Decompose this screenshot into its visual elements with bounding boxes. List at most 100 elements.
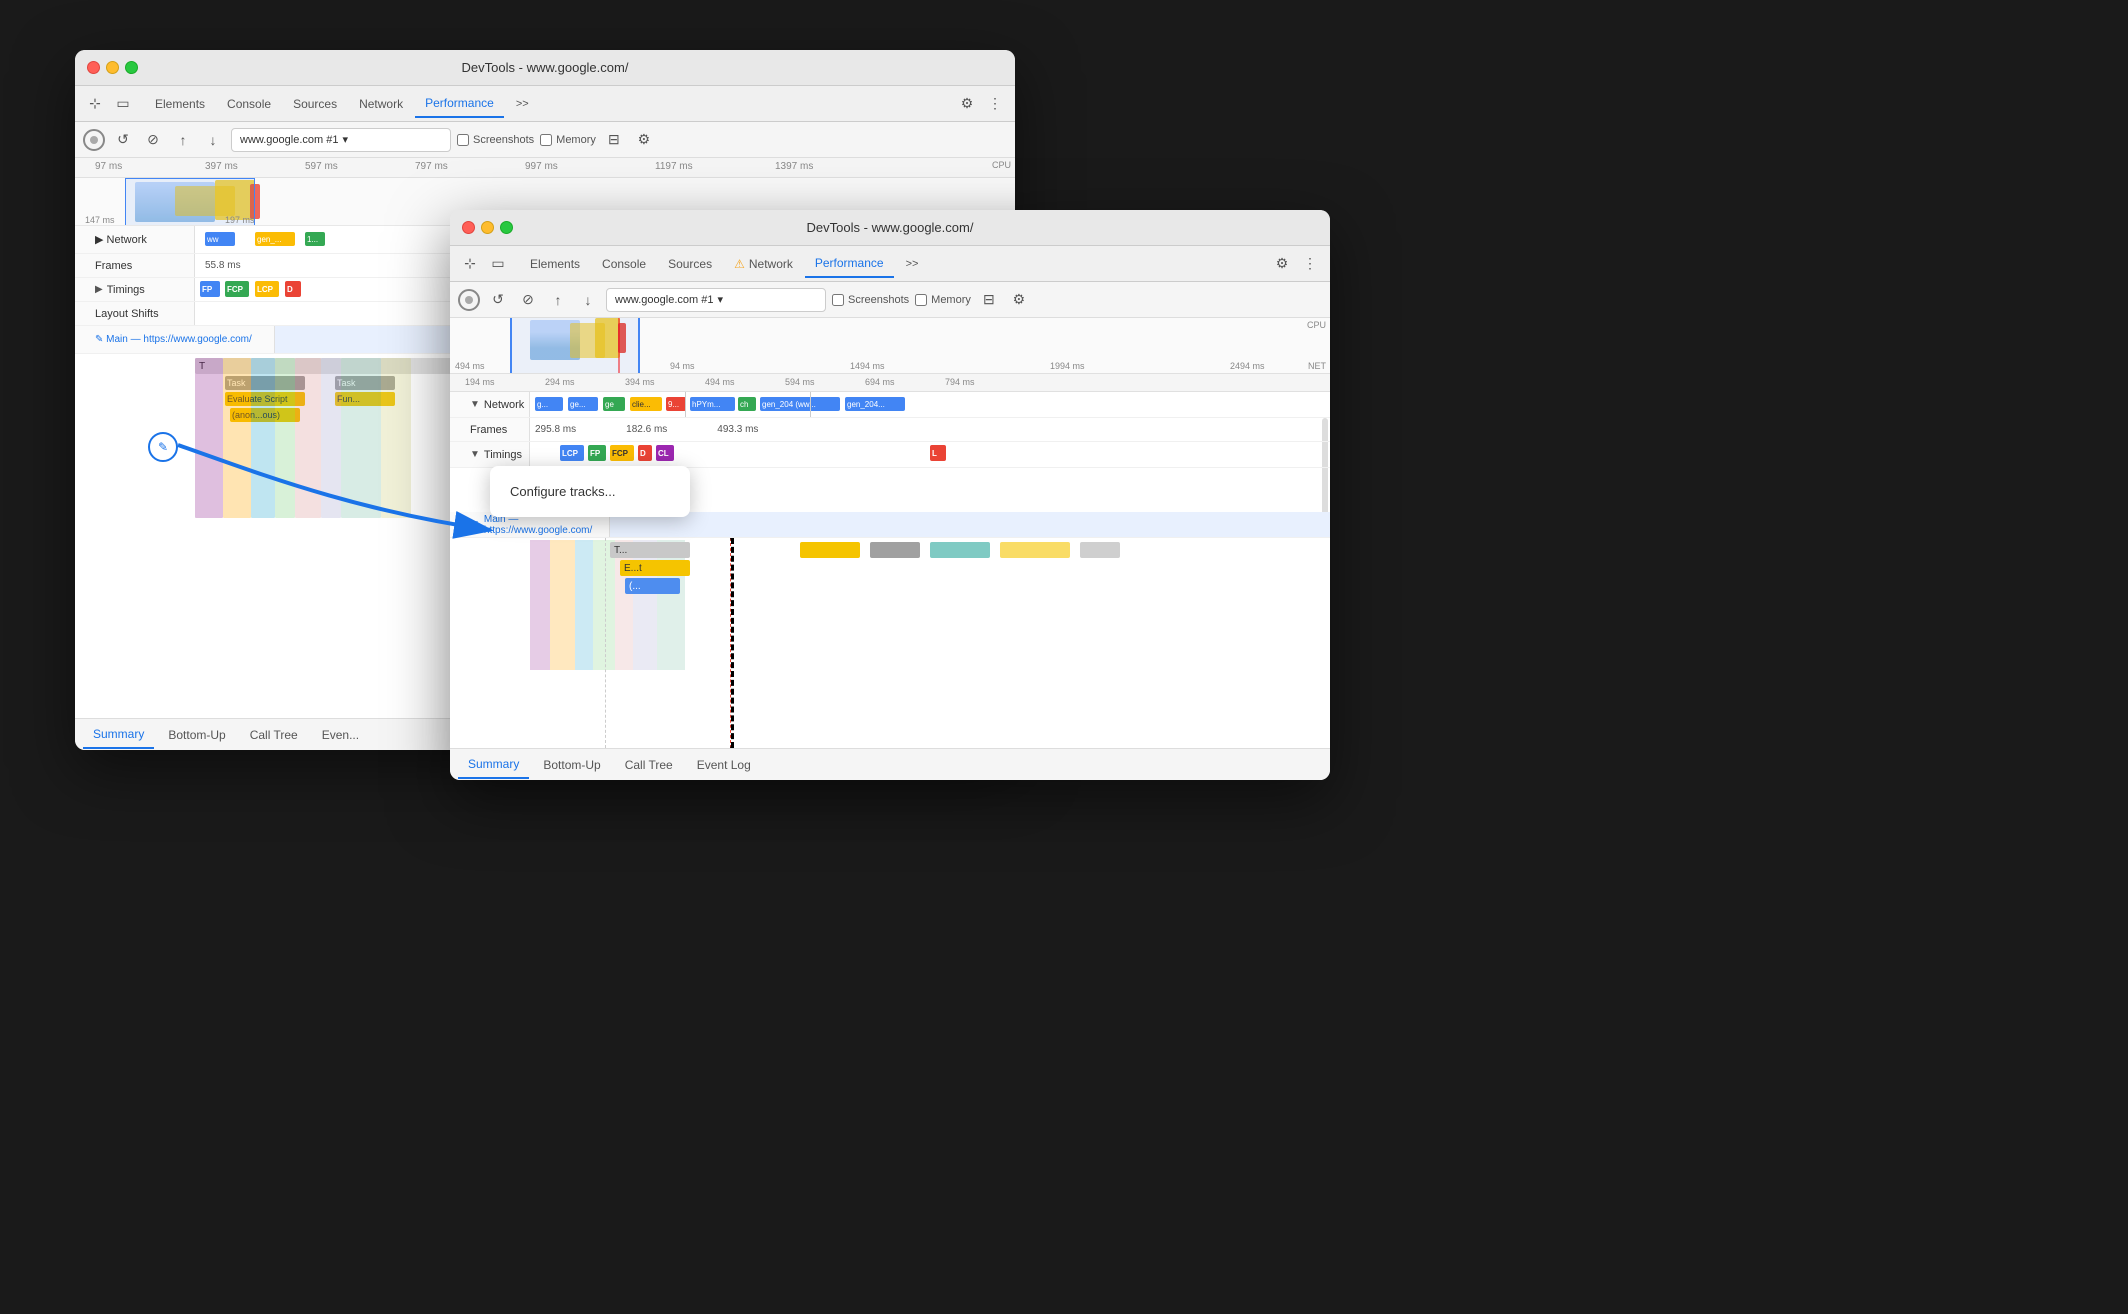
ruler-494ms: 494 ms xyxy=(705,377,735,387)
ruler-1397ms: 1397 ms xyxy=(775,161,813,172)
tab-network-back[interactable]: Network xyxy=(349,90,413,118)
bottom-tab-calltree-front[interactable]: Call Tree xyxy=(615,751,683,779)
bottom-tab-summary-front[interactable]: Summary xyxy=(458,751,529,779)
screenshot-capture-icon-front[interactable]: ⊟ xyxy=(977,288,1001,312)
record-button-front[interactable] xyxy=(458,289,480,311)
timings-content-front: LCP FP FCP D CL L xyxy=(530,442,1330,467)
tab-more-back[interactable]: >> xyxy=(506,90,539,118)
tab-elements-front[interactable]: Elements xyxy=(520,250,590,278)
download-icon-back[interactable]: ↓ xyxy=(201,128,225,152)
url-dropdown-back[interactable]: www.google.com #1 ▾ xyxy=(231,128,451,152)
bottom-tab-bottomup-back[interactable]: Bottom-Up xyxy=(158,721,235,749)
timings-label-front: ▼Timings xyxy=(450,442,530,467)
tab-more-front[interactable]: >> xyxy=(896,250,929,278)
minimize-button-back[interactable] xyxy=(106,61,119,74)
title-bar-front: DevTools - www.google.com/ xyxy=(450,210,1330,246)
perf-settings-icon-front[interactable]: ⚙ xyxy=(1007,288,1031,312)
timings-label-back: ▶Timings xyxy=(75,278,195,301)
screenshots-group-front: Screenshots xyxy=(832,294,909,306)
settings-icon-front[interactable]: ⚙ xyxy=(1270,252,1294,276)
ruler-1197ms: 1197 ms xyxy=(655,161,693,172)
edit-circle-annotation: ✎ xyxy=(148,432,178,462)
cpu-label-back: CPU xyxy=(992,160,1011,170)
refresh-icon-back[interactable]: ↺ xyxy=(111,128,135,152)
screenshot-capture-icon-back[interactable]: ⊟ xyxy=(602,128,626,152)
more-icon-back[interactable]: ⋮ xyxy=(983,92,1007,116)
device-icon-front[interactable]: ▭ xyxy=(486,252,510,276)
timeline-ruler2-front: 194 ms 294 ms 394 ms 494 ms 594 ms 694 m… xyxy=(450,374,1330,392)
tab-performance-front[interactable]: Performance xyxy=(805,250,894,278)
frames-label-front: Frames xyxy=(450,418,530,441)
download-icon-front[interactable]: ↓ xyxy=(576,288,600,312)
memory-label-back: Memory xyxy=(556,134,596,146)
screenshots-checkbox-front[interactable] xyxy=(832,294,844,306)
title-bar-back: DevTools - www.google.com/ xyxy=(75,50,1015,86)
url-dropdown-front[interactable]: www.google.com #1 ▾ xyxy=(606,288,826,312)
clear-icon-front[interactable]: ⊘ xyxy=(516,288,540,312)
ruler-394ms: 394 ms xyxy=(625,377,655,387)
timeline-ruler-back: CPU 97 ms 397 ms 597 ms 797 ms 997 ms 11… xyxy=(75,158,1015,178)
edit-icon: ✎ xyxy=(158,440,168,454)
more-icon-front[interactable]: ⋮ xyxy=(1298,252,1322,276)
network-warning-icon: ⚠ xyxy=(734,257,745,271)
bottom-tab-summary-back[interactable]: Summary xyxy=(83,721,154,749)
tab-console-front[interactable]: Console xyxy=(592,250,656,278)
maximize-button-back[interactable] xyxy=(125,61,138,74)
ruler-294ms: 294 ms xyxy=(545,377,575,387)
traffic-lights-back xyxy=(87,61,138,74)
frames-value-back: 55.8 ms xyxy=(205,260,241,271)
ruler-597ms: 597 ms xyxy=(305,161,338,172)
upload-icon-back[interactable]: ↑ xyxy=(171,128,195,152)
ruler-594ms: 594 ms xyxy=(785,377,815,387)
bottom-tab-bottomup-front[interactable]: Bottom-Up xyxy=(533,751,610,779)
ruler-794ms: 794 ms xyxy=(945,377,975,387)
devtools-content-front: ⊹ ▭ Elements Console Sources ⚠ Network P… xyxy=(450,246,1330,780)
tab-sources-front[interactable]: Sources xyxy=(658,250,722,278)
timings-row-front: ▼Timings LCP FP FCP D CL L Configure tra… xyxy=(450,442,1330,468)
ruler-97ms: 97 ms xyxy=(95,161,122,172)
tab-performance-back[interactable]: Performance xyxy=(415,90,504,118)
main-content-front xyxy=(610,512,1330,537)
ruler-997ms: 997 ms xyxy=(525,161,558,172)
tab-elements-back[interactable]: Elements xyxy=(145,90,215,118)
close-button-front[interactable] xyxy=(462,221,475,234)
frames-row-front: Frames 295.8 ms 182.6 ms 493.3 ms xyxy=(450,418,1330,442)
clear-icon-back[interactable]: ⊘ xyxy=(141,128,165,152)
tab-console-back[interactable]: Console xyxy=(217,90,281,118)
dropdown-arrow-front: ▾ xyxy=(717,293,723,306)
record-button-back[interactable] xyxy=(83,129,105,151)
refresh-icon-front[interactable]: ↺ xyxy=(486,288,510,312)
cpu-ruler-front: 494 ms 94 ms 1494 ms 1994 ms 2494 ms CPU… xyxy=(450,318,1330,374)
timeline-container-front: 494 ms 94 ms 1494 ms 1994 ms 2494 ms CPU… xyxy=(450,318,1330,748)
minimize-button-front[interactable] xyxy=(481,221,494,234)
inspector-icon-front[interactable]: ⊹ xyxy=(458,252,482,276)
bottom-tab-eventlog-front[interactable]: Event Log xyxy=(687,751,761,779)
tab-sources-back[interactable]: Sources xyxy=(283,90,347,118)
traffic-lights-front xyxy=(462,221,513,234)
bottom-tabs-front: Summary Bottom-Up Call Tree Event Log xyxy=(450,748,1330,780)
bottom-tab-calltree-back[interactable]: Call Tree xyxy=(240,721,308,749)
tab-bar-icons-front: ⊹ ▭ xyxy=(458,252,510,276)
tab-bar-icons-back: ⊹ ▭ xyxy=(83,92,135,116)
dropdown-arrow-back: ▾ xyxy=(342,133,348,146)
configure-tracks-item[interactable]: Configure tracks... xyxy=(490,474,690,509)
configure-tracks-popup: Configure tracks... xyxy=(490,466,690,517)
network-content-front: g... ge... ge clie... 9... hPYm... ch ge… xyxy=(530,392,1330,417)
frames-content-front: 295.8 ms 182.6 ms 493.3 ms xyxy=(530,418,1330,441)
maximize-button-front[interactable] xyxy=(500,221,513,234)
settings-icon-back[interactable]: ⚙ xyxy=(955,92,979,116)
bottom-tab-eventlog-back[interactable]: Even... xyxy=(312,721,369,749)
screenshots-checkbox-back[interactable] xyxy=(457,134,469,146)
memory-checkbox-front[interactable] xyxy=(915,294,927,306)
tab-network-front[interactable]: ⚠ Network xyxy=(724,250,803,278)
network-row-front: ▼Network g... ge... ge clie... 9... hPYm… xyxy=(450,392,1330,418)
upload-icon-front[interactable]: ↑ xyxy=(546,288,570,312)
close-button-back[interactable] xyxy=(87,61,100,74)
inspector-icon[interactable]: ⊹ xyxy=(83,92,107,116)
window-title-back: DevTools - www.google.com/ xyxy=(462,60,629,75)
device-icon[interactable]: ▭ xyxy=(111,92,135,116)
ruler-397ms: 397 ms xyxy=(205,161,238,172)
memory-group-back: Memory xyxy=(540,134,596,146)
perf-settings-icon-back[interactable]: ⚙ xyxy=(632,128,656,152)
memory-checkbox-back[interactable] xyxy=(540,134,552,146)
